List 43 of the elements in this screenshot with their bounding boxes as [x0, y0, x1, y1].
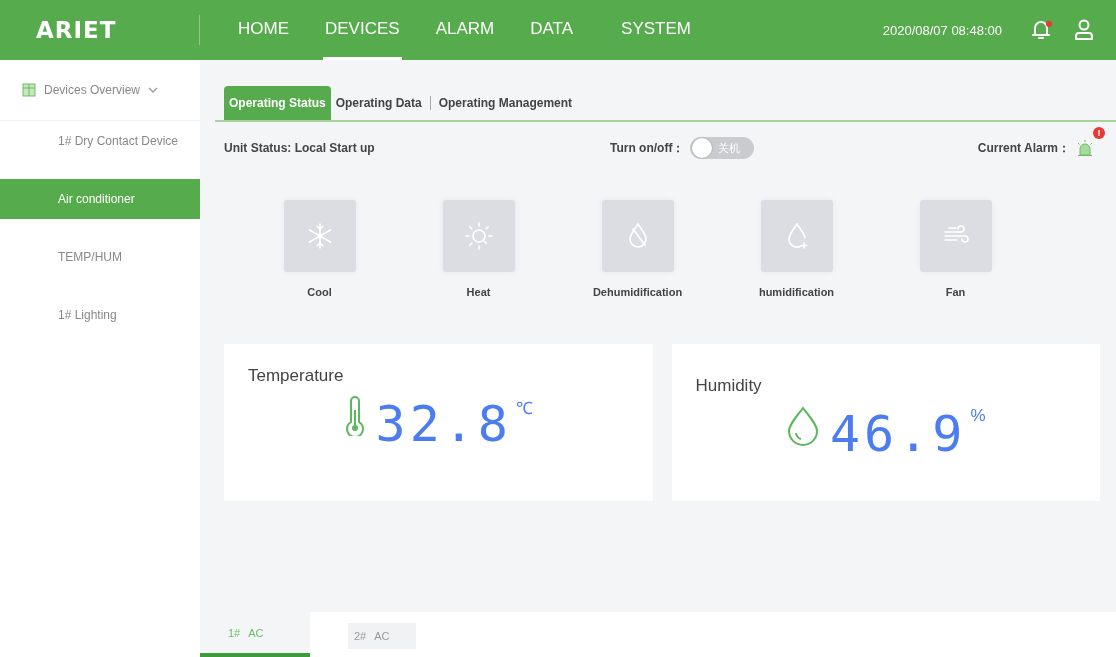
card-title: Temperature	[248, 366, 345, 386]
siren-icon	[1076, 139, 1094, 157]
drop-icon	[785, 406, 820, 446]
logo: ARIET	[0, 15, 200, 45]
alarm-badge: !	[1093, 127, 1105, 139]
reading-unit: ℃	[515, 398, 533, 419]
reading-value: 32.8	[375, 396, 512, 452]
thermometer-icon	[343, 396, 366, 436]
alarm-label: Current Alarm：	[977, 139, 1070, 157]
sidebar-item[interactable]: Air conditioner	[0, 179, 200, 219]
mode-label: Heat	[466, 286, 491, 298]
sidebar-item[interactable]: TEMP/HUM	[0, 237, 200, 277]
mode-button[interactable]	[919, 200, 992, 272]
reading-value: 46.9	[829, 406, 967, 462]
unit-status: Unit Status: Local Start up	[224, 141, 376, 155]
unit-tab[interactable]: 1# AC	[200, 612, 310, 657]
mode-label: Dehumidification	[592, 286, 683, 298]
nav-tab[interactable]: HOME	[236, 0, 291, 60]
nav-tab[interactable]: ALARM	[433, 0, 497, 60]
sidebar-group-label: Devices Overview	[44, 83, 141, 97]
mode-button[interactable]	[601, 200, 674, 272]
mode-label: Cool	[307, 286, 332, 298]
reading-unit: %	[970, 406, 986, 426]
sidebar-item[interactable]: 1# Lighting	[0, 295, 200, 335]
mode-button[interactable]	[442, 200, 515, 272]
mode-button[interactable]	[283, 200, 356, 272]
mode-label: humidification	[758, 286, 835, 298]
sun-icon	[463, 221, 494, 251]
grid-icon	[22, 83, 36, 97]
tab[interactable]: Operating Management	[433, 86, 578, 120]
bell-icon	[1032, 20, 1050, 40]
nav-tab[interactable]: SYSTEM	[619, 0, 693, 60]
tab[interactable]: Operating Data	[330, 86, 427, 120]
card-title: Humidity	[695, 376, 763, 396]
nav-tab[interactable]: DATA	[528, 0, 576, 60]
mode-label: Fan	[945, 286, 966, 298]
datetime: 2020/08/07 08:48:00	[882, 22, 1002, 38]
sidebar-item[interactable]: 1# Dry Contact Device	[0, 121, 200, 161]
switch-label: Turn on/off：	[610, 139, 685, 157]
user-icon[interactable]	[1074, 19, 1094, 41]
tab[interactable]: Operating Status	[224, 86, 331, 120]
notification-button[interactable]	[1032, 20, 1050, 40]
mode-button[interactable]	[760, 200, 833, 272]
